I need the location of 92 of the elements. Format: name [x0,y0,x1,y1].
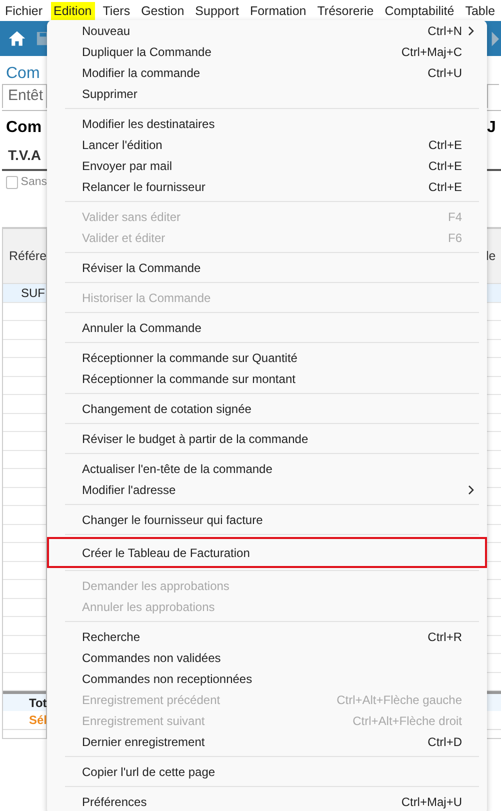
menu-item-label: Commandes non validées [82,650,222,664]
menu-item-label: Demander les approbations [82,578,230,592]
menu-item-label: Annuler la Commande [82,320,202,334]
column-header: le [486,249,496,263]
menu-item-label: Valider et éditer [82,230,166,244]
menu-item[interactable]: Réceptionner la commande sur Quantité [47,347,487,368]
menu-item-label: Créer le Tableau de Facturation [82,546,251,560]
menu-bar-item[interactable]: Comptabilité [382,2,458,20]
menu-item-label: Commandes non receptionnées [82,672,254,686]
menu-item[interactable]: Relancer le fournisseur Ctrl+E [47,176,487,197]
menu-item-label: Modifier l'adresse [82,482,177,496]
shortcut-label: F6 [448,230,462,244]
heading: J [486,118,497,138]
play-icon[interactable] [491,30,499,48]
menu-item[interactable]: Réviser la Commande [47,257,487,278]
menu-item[interactable]: Réceptionner la commande sur montant [47,368,487,389]
checkbox[interactable] [6,176,18,188]
shortcut-label: Ctrl+Alt+Flèche gauche [336,692,462,706]
menu-item[interactable]: Dupliquer la Commande Ctrl+Maj+C [47,41,487,62]
table-row[interactable]: SUF [3,284,46,302]
menu-item[interactable]: Nouveau Ctrl+N [47,20,487,41]
shortcut-label: Ctrl+D [428,734,462,748]
menu-item-label: Envoyer par mail [82,158,174,172]
menu-item-label: Historiser la Commande [82,290,212,304]
menu-bar-item[interactable]: Tiers [100,2,134,20]
menu-item[interactable]: Créer le Tableau de Facturation [49,539,485,566]
total-label: Tot [29,696,47,710]
shortcut-label: F4 [448,210,462,224]
menu-item-label: Changement de cotation signée [82,402,252,416]
column-header: Référe [9,249,47,263]
menu-item[interactable]: Supprimer [47,83,487,104]
heading: Com [5,118,43,138]
menu-item-label: Dernier enregistrement [82,734,206,748]
menu-item-label: Lancer l'édition [82,138,164,152]
menu-item-label: Actualiser l'en-tête de la commande [82,462,274,476]
menu-item-label: Modifier les destinataires [82,116,216,130]
menu-item[interactable]: Modifier les destinataires [47,113,487,134]
shortcut-label: Ctrl+E [428,180,462,194]
home-icon[interactable] [8,30,26,47]
menu-item-label: Enregistrement suivant [82,714,206,728]
menu-bar-item[interactable]: Gestion [138,2,188,20]
tab[interactable] [487,84,499,108]
menu-item-label: Réceptionner la commande sur Quantité [82,350,298,364]
menu-item[interactable]: Réviser le budget à partir de la commande [47,428,487,449]
menu-bar-item[interactable]: Support [192,2,242,20]
menu-bar-item[interactable]: Trésorerie [314,2,377,20]
menu-item-label: Réviser le budget à partir de la commande [82,432,310,446]
menu-bar-item[interactable]: Edition [50,2,95,20]
menu-item-label: Modifier la commande [82,66,202,80]
menu-bar-item[interactable]: Fichier [2,2,46,20]
selection-label: Sél [29,713,48,727]
menu-bar-item[interactable]: Formation [246,2,310,20]
menu-item-label: Relancer le fournisseur [82,180,206,194]
shortcut-label: Ctrl+E [428,158,462,172]
menu-item-label: Enregistrement précédent [82,692,222,706]
menu-item[interactable]: Commandes non receptionnées [47,668,487,689]
menu-item-label: Copier l'url de cette page [82,764,216,778]
page-title: Com [5,64,41,84]
table-cell-text: SUF [20,286,45,300]
menu-item[interactable]: Changement de cotation signée [47,398,487,419]
menu-item-label: Annuler les approbations [82,600,216,614]
menu-item-label: Supprimer [82,86,138,100]
menu-item[interactable]: Actualiser l'en-tête de la commande [47,458,487,479]
shortcut-label: Ctrl+U [428,66,462,80]
shortcut-label: Ctrl+Alt+Flèche droit [352,714,462,728]
tab[interactable]: Entêt [2,84,47,108]
menu-item-label: Changer le fournisseur qui facture [82,512,264,526]
shortcut-label: Ctrl+Maj+U [401,794,462,808]
shortcut-label: Ctrl+E [428,138,462,152]
menu-item-label: Dupliquer la Commande [82,44,212,58]
menu-item[interactable]: Commandes non validées [47,647,487,668]
shortcut-label: Ctrl+Maj+C [401,44,462,58]
menu-item[interactable]: Recherche Ctrl+R [47,626,487,647]
menu-item-label: Valider sans éditer [82,210,182,224]
menu-item[interactable]: Envoyer par mail Ctrl+E [47,155,487,176]
menu-item[interactable]: Dernier enregistrement Ctrl+D [47,731,487,752]
shortcut-label: Ctrl+R [428,630,462,644]
menu-item-label: Préférences [82,794,148,808]
menu-item[interactable]: Modifier l'adresse [47,479,487,500]
menu-item-label: Recherche [82,630,142,644]
menu-item-label: Nouveau [82,24,132,38]
menu-bar-item[interactable]: Table [462,2,498,20]
checkbox-label: Sans [20,176,47,188]
menu-item[interactable]: Annuler la Commande [47,317,487,338]
menu-item[interactable]: Préférences Ctrl+Maj+U [47,791,487,811]
menu-item[interactable]: Modifier la commande Ctrl+U [47,62,487,83]
menu-item[interactable]: Changer le fournisseur qui facture [47,509,487,530]
menu-item[interactable]: Lancer l'édition Ctrl+E [47,134,487,155]
menu-item[interactable]: Copier l'url de cette page [47,761,487,782]
menu-item-label: Réviser la Commande [82,260,202,274]
menu-item-label: Réceptionner la commande sur montant [82,372,296,386]
shortcut-label: Ctrl+N [428,24,462,38]
